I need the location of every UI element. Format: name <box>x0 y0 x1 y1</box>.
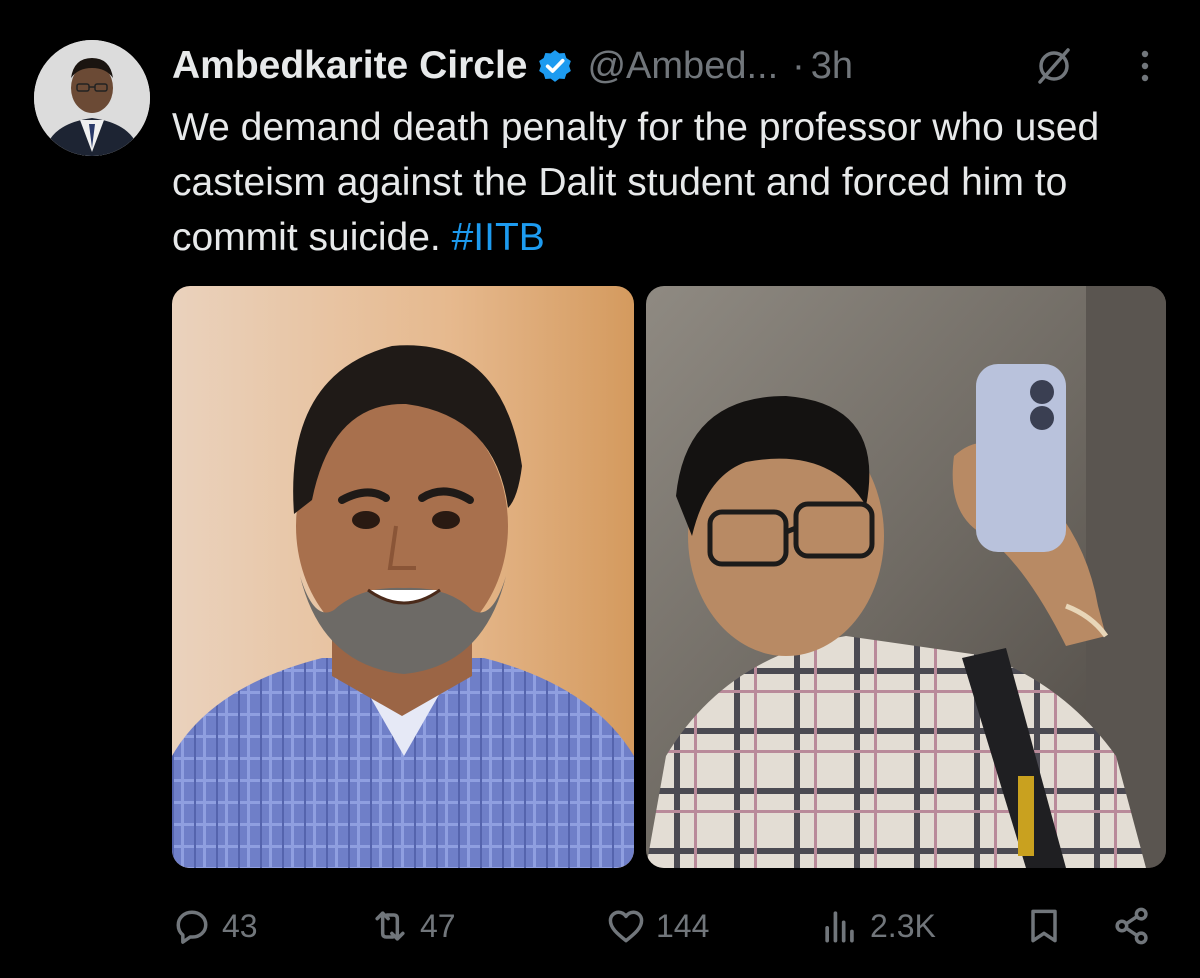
like-count: 144 <box>656 907 710 944</box>
post-image-student[interactable] <box>646 286 1166 868</box>
repost-icon <box>375 911 405 941</box>
post-header: Ambedkarite Circle @Ambed... · 3h <box>172 38 853 94</box>
action-bar: 43 47 144 2.3K <box>0 898 1200 954</box>
author-name[interactable]: Ambedkarite Circle <box>172 44 527 88</box>
repost-button[interactable]: 47 <box>368 898 456 954</box>
hashtag-link[interactable]: #IITB <box>452 216 545 259</box>
views-icon <box>825 911 854 943</box>
reply-count: 43 <box>222 907 258 944</box>
post-text: We demand death penalty for the professo… <box>172 100 1162 265</box>
bookmark-button[interactable] <box>1022 898 1074 954</box>
reply-button[interactable]: 43 <box>170 898 258 954</box>
author-avatar[interactable] <box>34 40 150 156</box>
like-icon <box>608 910 644 943</box>
verified-badge-icon[interactable] <box>535 46 575 86</box>
like-button[interactable]: 144 <box>604 898 709 954</box>
post-timestamp[interactable]: 3h <box>811 45 853 88</box>
tweet: Ambedkarite Circle @Ambed... · 3h We dem… <box>0 0 1200 978</box>
views-button[interactable]: 2.3K <box>818 898 936 954</box>
repost-count: 47 <box>420 907 456 944</box>
grok-icon[interactable] <box>1032 44 1076 88</box>
views-count: 2.3K <box>870 907 936 944</box>
bookmark-icon <box>1031 909 1057 943</box>
share-button[interactable] <box>1110 898 1162 954</box>
separator-dot: · <box>792 44 805 87</box>
author-handle[interactable]: @Ambed... <box>587 45 778 88</box>
post-body: We demand death penalty for the professo… <box>172 106 1100 259</box>
post-image-professor[interactable] <box>172 286 634 868</box>
share-icon <box>1115 907 1148 945</box>
more-options-icon[interactable] <box>1130 44 1160 88</box>
reply-icon <box>176 910 208 944</box>
